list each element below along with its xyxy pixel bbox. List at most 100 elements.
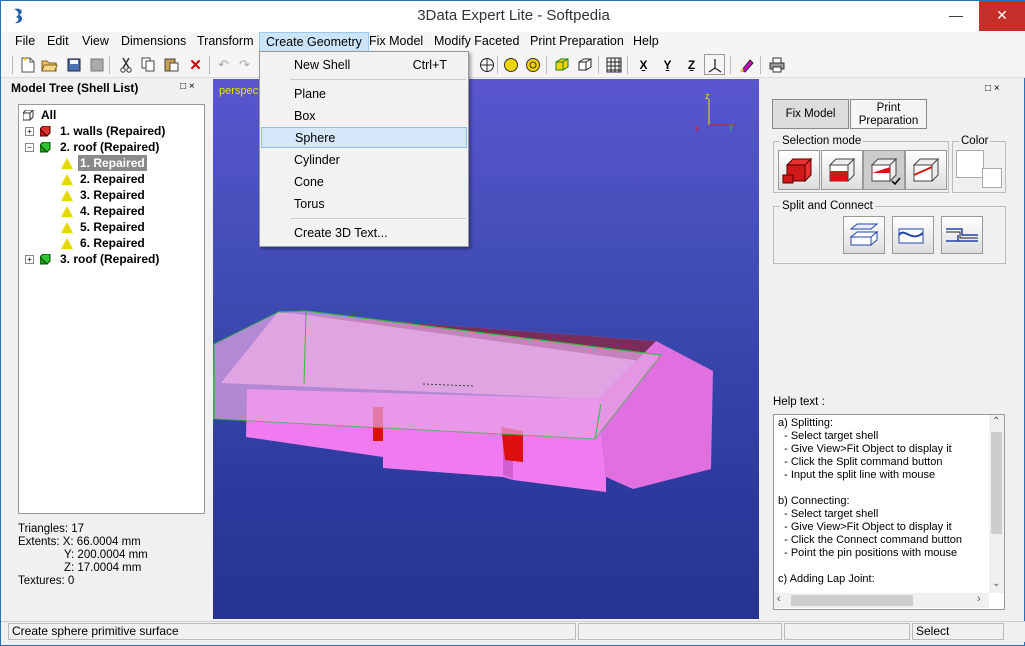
axes-icon[interactable] <box>704 54 725 75</box>
menu-file[interactable]: File <box>9 32 41 52</box>
warning-icon <box>61 206 73 217</box>
help-label: Help text : <box>773 396 825 408</box>
split-button[interactable] <box>843 216 885 254</box>
paste-icon[interactable] <box>161 54 182 75</box>
toolbar-separator <box>627 56 628 74</box>
select-edge-button[interactable] <box>905 150 947 190</box>
connect-button[interactable] <box>892 216 934 254</box>
tab-fix-model[interactable]: Fix Model <box>772 99 849 129</box>
help-text: a) Splitting: - Select target shell - Gi… <box>778 417 963 585</box>
grid-icon[interactable] <box>603 54 624 75</box>
textures-count: Textures: 0 <box>18 575 75 587</box>
split-connect-label: Split and Connect <box>780 200 875 212</box>
toolbar-separator <box>730 56 731 74</box>
color-pen-icon[interactable] <box>736 54 757 75</box>
select-shell-button[interactable] <box>778 150 820 190</box>
right-panel-pin-close[interactable]: □ × <box>985 83 1000 94</box>
menu-item-sphere[interactable]: Sphere <box>261 127 467 148</box>
menu-item-new-shell[interactable]: New Shell Ctrl+T <box>261 55 467 76</box>
menu-item-create-3d-text[interactable]: Create 3D Text... <box>261 223 467 244</box>
menu-item-torus[interactable]: Torus <box>261 194 467 215</box>
warning-icon <box>61 222 73 233</box>
menu-separator <box>290 79 466 80</box>
menu-view[interactable]: View <box>76 32 115 52</box>
x-axis-label: x <box>695 123 700 133</box>
warning-icon <box>61 190 73 201</box>
create-geometry-dropdown: New Shell Ctrl+T Plane Box Sphere Cylinde… <box>259 51 469 247</box>
view-sphere-icon[interactable] <box>476 54 497 75</box>
color-swatch-secondary[interactable] <box>982 168 1002 188</box>
status-message: Create sphere primitive surface <box>8 623 576 640</box>
z-axis-label: z <box>705 91 710 101</box>
extents-x: Extents: X: 66.0004 mm <box>18 536 141 548</box>
app-window: 3Data Expert Lite - Softpedia — ✕ File E… <box>0 0 1025 646</box>
expand-icon[interactable]: + <box>25 127 34 136</box>
extents-y: Y: 200.0004 mm <box>64 549 148 561</box>
undo-icon[interactable]: ↶ <box>213 54 234 75</box>
scroll-down-icon[interactable]: ⌄ <box>992 578 1000 589</box>
print-disabled-icon[interactable] <box>86 54 107 75</box>
view-x-icon[interactable]: X̱ <box>633 54 654 75</box>
scroll-right-icon[interactable]: › <box>977 593 981 605</box>
open-folder-icon[interactable] <box>39 54 60 75</box>
menu-item-cone[interactable]: Cone <box>261 172 467 193</box>
tab-print-preparation[interactable]: Print Preparation <box>850 99 927 129</box>
menu-separator <box>290 218 466 219</box>
y-axis-label: y <box>729 121 734 131</box>
cut-icon[interactable] <box>115 54 136 75</box>
warning-icon <box>61 174 73 185</box>
expand-icon[interactable]: + <box>25 255 34 264</box>
select-triangle-button[interactable] <box>863 150 905 190</box>
status-mode: Select <box>912 623 1004 640</box>
warning-icon <box>61 238 73 249</box>
model-tree-title: Model Tree (Shell List) <box>11 81 139 95</box>
save-icon[interactable] <box>63 54 84 75</box>
menu-help[interactable]: Help <box>627 32 665 52</box>
menu-fix-model[interactable]: Fix Model <box>363 32 429 52</box>
color-label: Color <box>959 135 991 147</box>
menu-modify-faceted[interactable]: Modify Faceted <box>428 32 525 52</box>
window-title: 3Data Expert Lite - Softpedia <box>417 7 610 24</box>
toolbar-separator <box>209 56 210 74</box>
copy-icon[interactable] <box>138 54 159 75</box>
toolbar-separator <box>546 56 547 74</box>
redo-icon[interactable]: ↷ <box>234 54 255 75</box>
warning-icon <box>61 158 73 169</box>
toolbar-separator <box>760 56 761 74</box>
model-tree: All + 1. walls (Repaired) − 2. roof (Rep… <box>18 104 205 514</box>
help-scrollbar-thumb[interactable] <box>991 432 1002 534</box>
delete-icon[interactable]: ✕ <box>185 54 206 75</box>
menu-item-box[interactable]: Box <box>261 106 467 127</box>
model-info: Triangles: 17 Extents: X: 66.0004 mm Y: … <box>18 523 148 588</box>
menu-print-preparation[interactable]: Print Preparation <box>524 32 630 52</box>
menu-item-cylinder[interactable]: Cylinder <box>261 150 467 171</box>
menu-edit[interactable]: Edit <box>41 32 75 52</box>
minimize-button[interactable]: — <box>933 1 979 31</box>
menu-dimensions[interactable]: Dimensions <box>115 32 192 52</box>
shade-sphere-icon[interactable] <box>500 54 521 75</box>
menu-create-geometry[interactable]: Create Geometry <box>259 32 369 52</box>
status-cell-3 <box>784 623 910 640</box>
selection-mode-label: Selection mode <box>780 135 864 147</box>
render-sphere-icon[interactable] <box>522 54 543 75</box>
lap-joint-button[interactable] <box>941 216 983 254</box>
printer-icon[interactable] <box>766 54 787 75</box>
close-button[interactable]: ✕ <box>979 1 1025 31</box>
menu-transform[interactable]: Transform <box>191 32 260 52</box>
collapse-icon[interactable]: − <box>25 143 34 152</box>
model-tree-pin-close[interactable]: □ × <box>180 81 195 92</box>
view-y-icon[interactable]: Y̱ <box>657 54 678 75</box>
toolbar-separator <box>497 56 498 74</box>
extents-z: Z: 17.0004 mm <box>64 562 142 574</box>
solid-cube-icon[interactable] <box>551 54 572 75</box>
select-face-button[interactable] <box>821 150 863 190</box>
scroll-left-icon[interactable]: ‹ <box>777 593 781 605</box>
view-z-icon[interactable]: Ẕ <box>681 54 702 75</box>
wire-cube-icon[interactable] <box>574 54 595 75</box>
menu-item-plane[interactable]: Plane <box>261 84 467 105</box>
help-hscroll-thumb[interactable] <box>791 595 913 606</box>
scroll-up-icon[interactable]: ⌃ <box>992 416 1000 427</box>
new-file-icon[interactable] <box>17 54 38 75</box>
color-swatch-primary[interactable] <box>956 150 984 178</box>
toolbar-separator <box>109 56 110 74</box>
